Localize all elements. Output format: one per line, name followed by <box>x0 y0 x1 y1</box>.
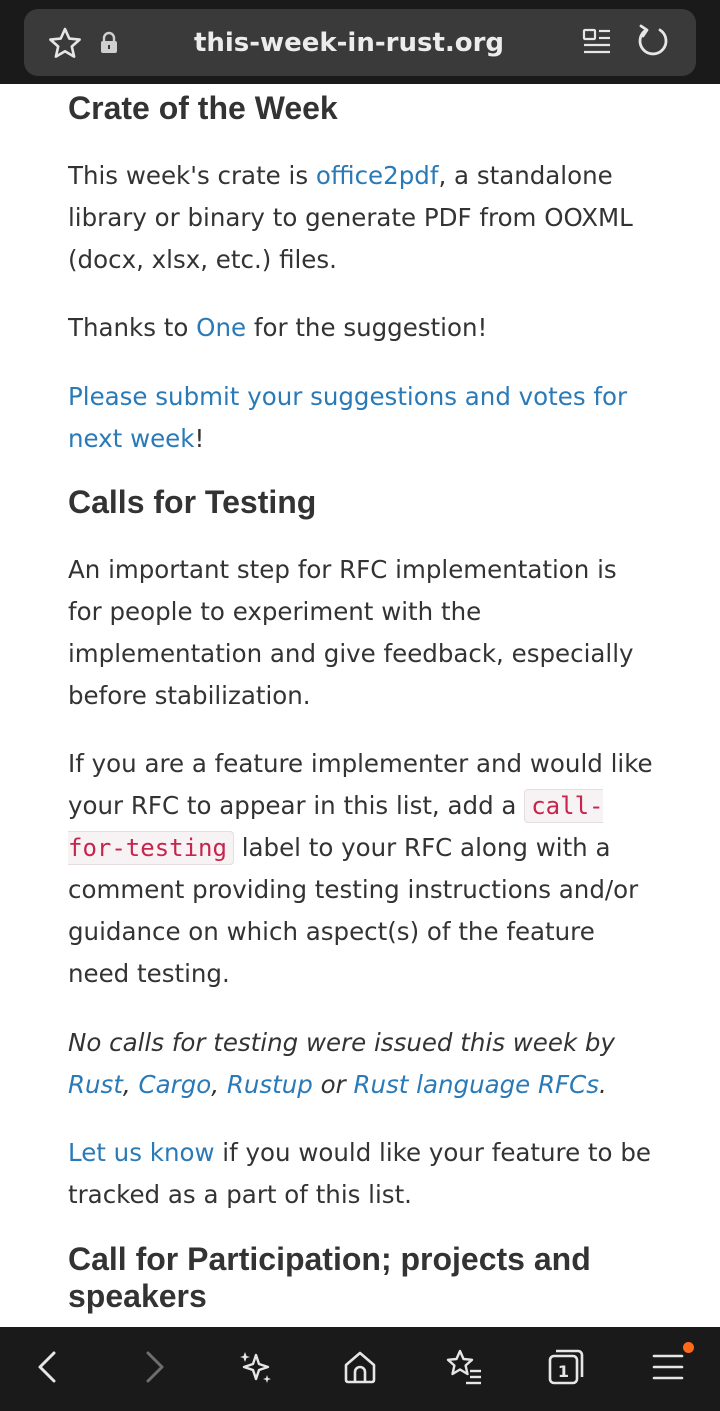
tab-count: 1 <box>558 1362 569 1381</box>
cargo-link[interactable]: Cargo <box>139 1070 212 1099</box>
reload-icon[interactable] <box>636 24 670 60</box>
thanks-paragraph: Thanks to One for the suggestion! <box>68 307 653 349</box>
bookmarks-icon[interactable] <box>444 1347 484 1387</box>
office2pdf-link[interactable]: office2pdf <box>316 161 439 190</box>
testing-intro-paragraph: An important step for RFC implementation… <box>68 555 634 710</box>
implementer-paragraph: If you are a feature implementer and wou… <box>68 743 658 995</box>
no-calls-paragraph: No calls for testing were issued this we… <box>68 1022 653 1106</box>
notification-dot <box>683 1342 694 1353</box>
ai-sparkle-icon[interactable] <box>236 1347 276 1387</box>
crate-text-1: This week's crate is <box>68 161 316 190</box>
thanks-text-1: Thanks to <box>68 313 197 342</box>
one-link[interactable]: One <box>196 313 246 342</box>
tabs-icon[interactable]: 1 <box>546 1347 586 1387</box>
let-us-know-link[interactable]: Let us know <box>68 1138 215 1167</box>
url-text[interactable]: this-week-in-rust.org <box>174 27 524 59</box>
submit-paragraph: Please submit your suggestions and votes… <box>68 376 653 460</box>
rust-link[interactable]: Rust <box>68 1070 123 1099</box>
heading-crate-of-the-week: Crate of the Week <box>68 90 338 126</box>
submit-suggestions-link[interactable]: Please submit your suggestions and votes… <box>68 382 627 453</box>
reader-mode-icon[interactable] <box>582 27 612 57</box>
browser-bottom-bar: 1 <box>0 1327 720 1411</box>
address-bar[interactable]: this-week-in-rust.org <box>24 9 696 76</box>
or-text: or <box>312 1070 354 1099</box>
rust-language-rfcs-link[interactable]: Rust language RFCs <box>353 1070 599 1099</box>
forward-icon[interactable] <box>134 1347 174 1387</box>
separator-1: , <box>122 1070 139 1099</box>
no-calls-text: No calls for testing were issued this we… <box>68 1028 615 1057</box>
crate-paragraph: This week's crate is office2pdf, a stand… <box>68 155 653 281</box>
lock-icon <box>98 31 120 55</box>
star-icon[interactable] <box>48 27 82 59</box>
rustup-link[interactable]: Rustup <box>227 1070 313 1099</box>
menu-icon[interactable] <box>648 1347 688 1387</box>
back-icon[interactable] <box>28 1347 68 1387</box>
browser-top-bar: this-week-in-rust.org <box>0 0 720 84</box>
period-text: . <box>599 1070 607 1099</box>
article-content: Crate of the Week This week's crate is o… <box>68 84 658 1327</box>
home-icon[interactable] <box>340 1347 380 1387</box>
heading-call-for-participation: Call for Participation; projects and spe… <box>68 1241 591 1314</box>
submit-text: ! <box>194 424 205 453</box>
separator-2: , <box>211 1070 227 1099</box>
let-us-know-paragraph: Let us know if you would like your featu… <box>68 1132 653 1216</box>
thanks-text-2: for the suggestion! <box>246 313 488 342</box>
heading-calls-for-testing: Calls for Testing <box>68 484 317 520</box>
